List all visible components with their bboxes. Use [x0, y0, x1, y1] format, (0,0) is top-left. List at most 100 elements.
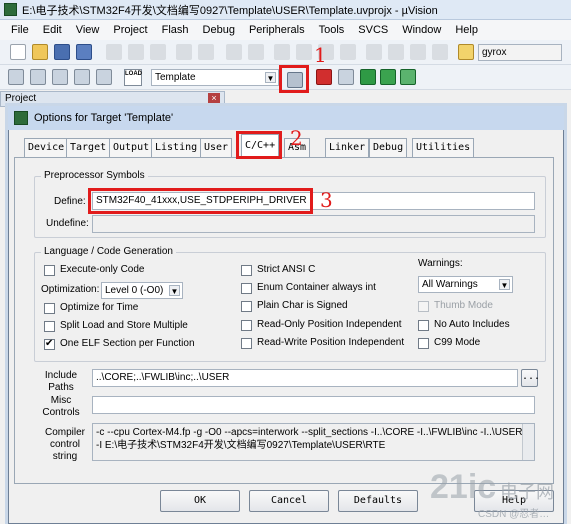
- no-auto-includes-checkbox[interactable]: [418, 320, 429, 331]
- split-load-checkbox[interactable]: [44, 321, 55, 332]
- target-select-value: Template: [155, 72, 196, 83]
- unindent-icon[interactable]: [388, 44, 404, 60]
- menu-edit[interactable]: Edit: [36, 24, 69, 36]
- uncomment-icon[interactable]: [432, 44, 448, 60]
- undefine-field[interactable]: [92, 215, 535, 233]
- execute-only-checkbox[interactable]: [44, 265, 55, 276]
- indent-icon[interactable]: [366, 44, 382, 60]
- software-packs-icon[interactable]: [400, 69, 416, 85]
- menu-window[interactable]: Window: [395, 24, 448, 36]
- rw-independent-checkbox[interactable]: [241, 338, 252, 349]
- tab-listing[interactable]: Listing: [151, 138, 202, 157]
- tab-utilities[interactable]: Utilities: [412, 138, 475, 157]
- redo-icon[interactable]: [198, 44, 214, 60]
- annotation-box-2: [236, 131, 282, 159]
- ro-independent-checkbox[interactable]: [241, 320, 252, 331]
- menu-peripherals[interactable]: Peripherals: [242, 24, 312, 36]
- thumb-mode-checkbox[interactable]: [418, 301, 429, 312]
- project-panel-title: Project: [5, 93, 37, 104]
- warnings-select[interactable]: All Warnings ▼: [418, 276, 513, 293]
- build-icon[interactable]: [30, 69, 46, 85]
- cut-icon[interactable]: [106, 44, 122, 60]
- menu-help[interactable]: Help: [448, 24, 485, 36]
- one-elf-label: One ELF Section per Function: [60, 338, 195, 349]
- enum-container-label: Enum Container always int: [257, 282, 376, 293]
- optimization-select[interactable]: Level 0 (-O0) ▼: [101, 282, 183, 299]
- tab-device[interactable]: Device: [24, 138, 69, 157]
- plain-char-label: Plain Char is Signed: [257, 300, 348, 311]
- tab-target[interactable]: Target: [66, 138, 111, 157]
- load-icon[interactable]: LOAD: [124, 69, 142, 86]
- checkmark-icon: ✔: [45, 338, 54, 349]
- menu-debug[interactable]: Debug: [196, 24, 242, 36]
- defaults-button[interactable]: Defaults: [338, 490, 418, 512]
- stop-build-icon[interactable]: [96, 69, 112, 85]
- batch-build-icon[interactable]: [74, 69, 90, 85]
- watermark-main: 电子网: [500, 482, 554, 502]
- compiler-line-2: -I E:\电子技术\STM32F4开发\文档编写0927\Template\U…: [96, 440, 386, 451]
- close-icon[interactable]: ×: [208, 93, 220, 105]
- dialog-title-bar: Options for Target 'Template': [8, 106, 564, 130]
- strict-ansi-label: Strict ANSI C: [257, 264, 316, 275]
- chevron-down-icon: ▼: [499, 279, 510, 290]
- comment-icon[interactable]: [410, 44, 426, 60]
- optimize-time-checkbox[interactable]: [44, 303, 55, 314]
- execute-only-label: Execute-only Code: [60, 264, 145, 275]
- c99-mode-checkbox[interactable]: [418, 338, 429, 349]
- dialog-title: Options for Target 'Template': [34, 112, 174, 124]
- compiler-control-label: Compiler control string: [44, 427, 85, 462]
- target-select[interactable]: Template ▼: [151, 69, 279, 86]
- thumb-mode-label: Thumb Mode: [434, 300, 493, 311]
- cancel-button[interactable]: Cancel: [249, 490, 329, 512]
- paste-icon[interactable]: [150, 44, 166, 60]
- save-all-icon[interactable]: [76, 44, 92, 60]
- menu-file[interactable]: File: [4, 24, 36, 36]
- undo-icon[interactable]: [176, 44, 192, 60]
- pack-installer-icon[interactable]: [380, 69, 396, 85]
- menu-view[interactable]: View: [69, 24, 107, 36]
- find-in-files-icon[interactable]: [458, 44, 474, 60]
- tab-linker[interactable]: Linker: [325, 138, 370, 157]
- misc-controls-label: Misc Controls: [42, 395, 80, 418]
- include-paths-browse-button[interactable]: ...: [521, 369, 540, 387]
- compiler-scrollbar[interactable]: [522, 424, 534, 460]
- window-title: E:\电子技术\STM32F4开发\文档编写0927\Template\USER…: [22, 4, 438, 17]
- enum-container-checkbox[interactable]: [241, 283, 252, 294]
- tab-user[interactable]: User: [200, 138, 233, 157]
- warnings-select-value: All Warnings: [422, 279, 478, 290]
- menu-tools[interactable]: Tools: [312, 24, 352, 36]
- nav-back-icon[interactable]: [226, 44, 242, 60]
- annotation-1: 1: [314, 43, 327, 67]
- menu-flash[interactable]: Flash: [155, 24, 196, 36]
- annotation-2: 2: [290, 126, 303, 150]
- menu-project[interactable]: Project: [106, 24, 154, 36]
- tab-output[interactable]: Output: [109, 138, 154, 157]
- nav-forward-icon[interactable]: [248, 44, 264, 60]
- file-extensions-icon[interactable]: [338, 69, 354, 85]
- bookmark-clear-icon[interactable]: [340, 44, 356, 60]
- manage-components-icon[interactable]: [316, 69, 332, 85]
- bookmark-icon[interactable]: [274, 44, 290, 60]
- include-paths-field[interactable]: ..\CORE;..\FWLIB\inc;..\USER: [92, 369, 518, 387]
- optimization-label: Optimization:: [41, 284, 100, 295]
- translate-icon[interactable]: [8, 69, 24, 85]
- split-load-label: Split Load and Store Multiple: [60, 320, 188, 331]
- options-for-target-icon[interactable]: [287, 72, 303, 88]
- tab-debug[interactable]: Debug: [369, 138, 408, 157]
- rebuild-icon[interactable]: [52, 69, 68, 85]
- bookmark-prev-icon[interactable]: [296, 44, 312, 60]
- new-file-icon[interactable]: [10, 44, 26, 60]
- search-input[interactable]: gyrox: [478, 44, 562, 61]
- undefine-label: Undefine:: [46, 218, 89, 229]
- copy-icon[interactable]: [128, 44, 144, 60]
- compiler-control-field: -c --cpu Cortex-M4.fp -g -O0 --apcs=inte…: [92, 423, 535, 461]
- save-icon[interactable]: [54, 44, 70, 60]
- plain-char-checkbox[interactable]: [241, 301, 252, 312]
- strict-ansi-checkbox[interactable]: [241, 265, 252, 276]
- optimize-time-label: Optimize for Time: [60, 302, 139, 313]
- ok-button[interactable]: OK: [160, 490, 240, 512]
- menu-svcs[interactable]: SVCS: [351, 24, 395, 36]
- open-folder-icon[interactable]: [32, 44, 48, 60]
- manage-rte-icon[interactable]: [360, 69, 376, 85]
- misc-controls-field[interactable]: [92, 396, 535, 414]
